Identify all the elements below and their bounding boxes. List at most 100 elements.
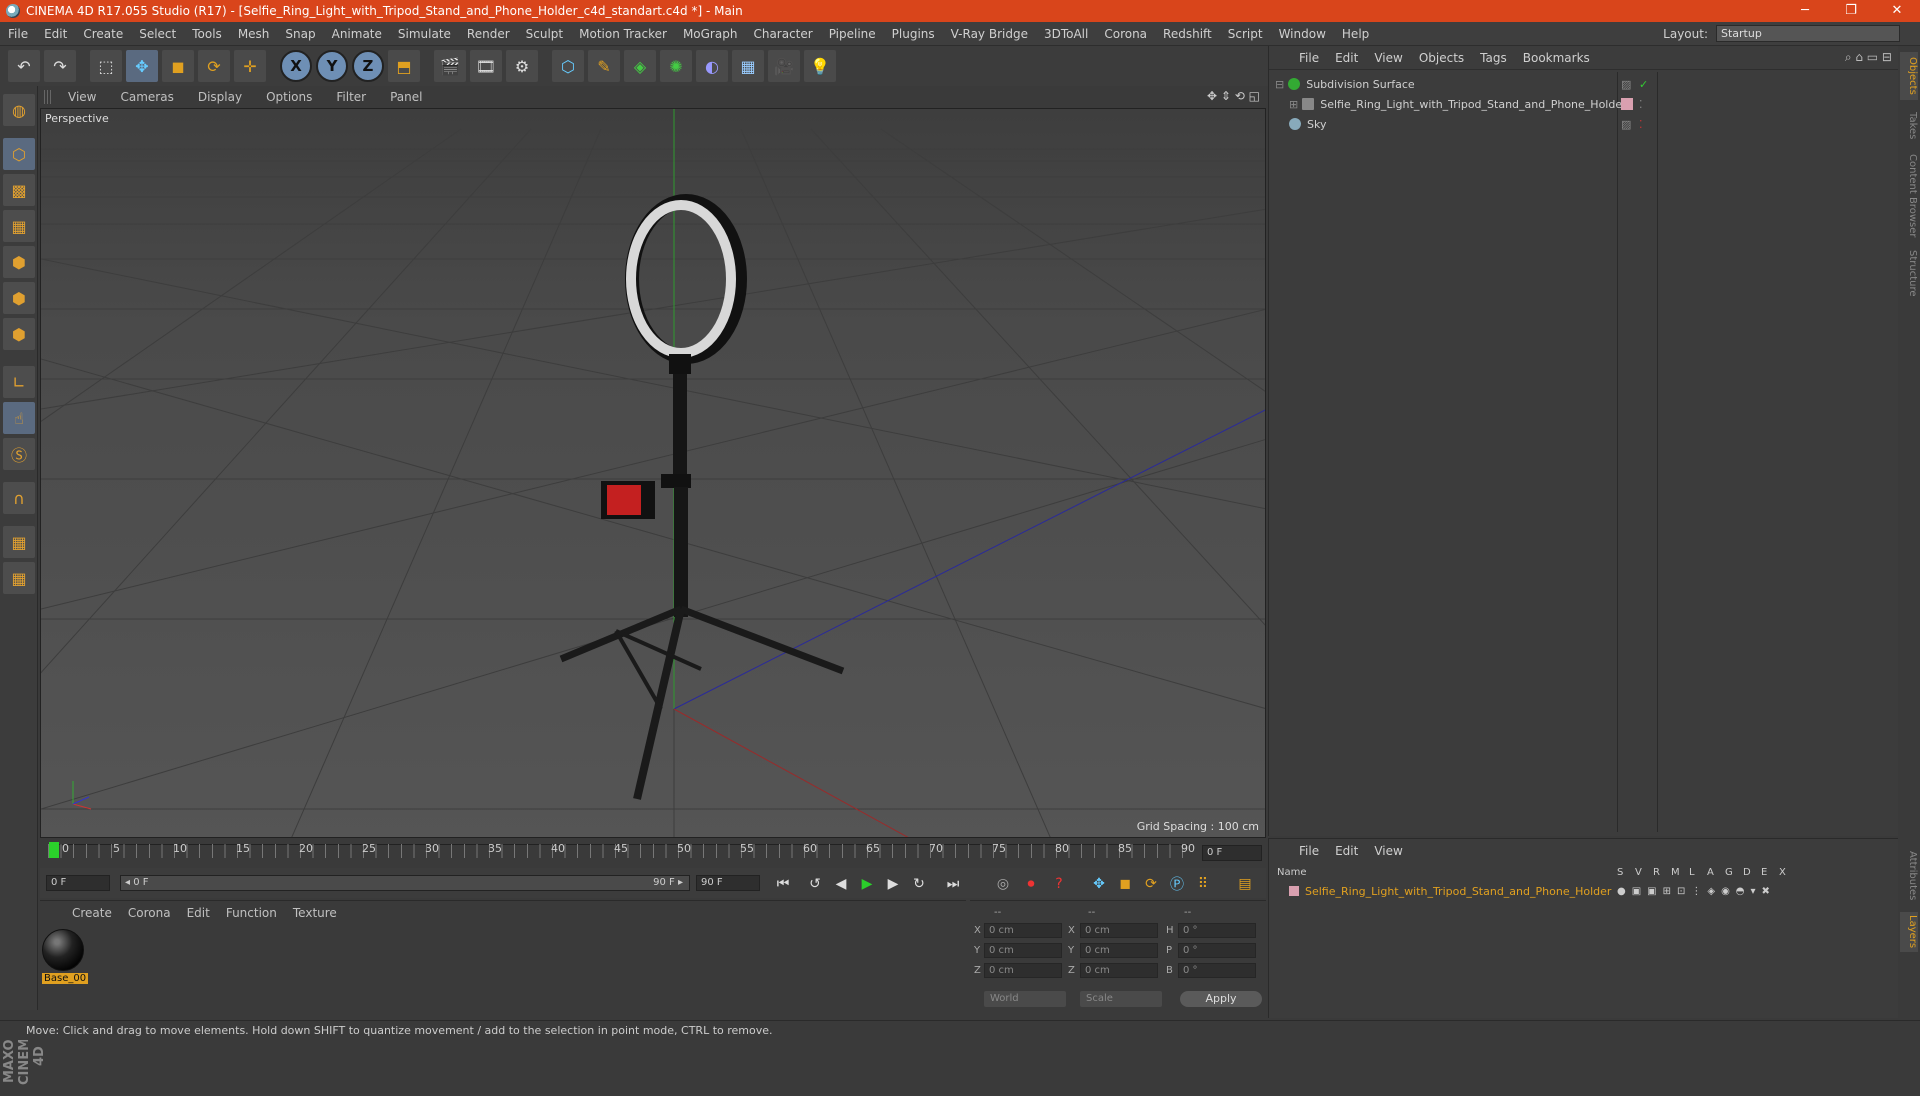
- layer-color-swatch[interactable]: [1289, 886, 1299, 896]
- apply-button[interactable]: Apply: [1180, 991, 1262, 1007]
- pos-x-field[interactable]: 0 cm: [984, 923, 1062, 938]
- coordinate-system-icon[interactable]: ⬒: [388, 50, 420, 82]
- search-icon[interactable]: ⌕ ⌂ ▭ ⊟: [1845, 50, 1892, 65]
- obj-menu-tags[interactable]: Tags: [1472, 51, 1515, 65]
- minimize-button[interactable]: ─: [1782, 0, 1828, 22]
- rot-b-field[interactable]: 0 °: [1178, 963, 1256, 978]
- menu-snap[interactable]: Snap: [277, 27, 323, 41]
- object-row[interactable]: Sky ▨ ⁚: [1269, 114, 1901, 134]
- key-rotation-icon[interactable]: ⟳: [1138, 872, 1164, 896]
- object-row[interactable]: ⊞ Selfie_Ring_Light_with_Tripod_Stand_an…: [1269, 94, 1901, 114]
- menu-animate[interactable]: Animate: [324, 27, 390, 41]
- visibility-dots-icon[interactable]: ⁚: [1639, 118, 1643, 131]
- obj-menu-edit[interactable]: Edit: [1327, 51, 1366, 65]
- mat-menu-create[interactable]: Create: [64, 906, 120, 920]
- auto-keying-icon[interactable]: ⏺: [1018, 872, 1044, 896]
- points-mode-icon[interactable]: ⬢: [3, 246, 35, 278]
- texture-mode-icon[interactable]: ▩: [3, 174, 35, 206]
- menu-render[interactable]: Render: [459, 27, 518, 41]
- tab-content-browser[interactable]: Content Browser: [1900, 152, 1918, 240]
- obj-menu-view[interactable]: View: [1366, 51, 1410, 65]
- key-pla-icon[interactable]: ⠿: [1190, 872, 1216, 896]
- menu-3dtoall[interactable]: 3DToAll: [1036, 27, 1096, 41]
- subdivision-surface-icon[interactable]: ◈: [624, 50, 656, 82]
- keyframe-selection-icon[interactable]: ?: [1046, 872, 1072, 896]
- live-select-icon[interactable]: ⬚: [90, 50, 122, 82]
- collapse-icon[interactable]: ⊟: [1275, 78, 1284, 91]
- viewport-menu-panel[interactable]: Panel: [378, 90, 434, 104]
- obj-menu-objects[interactable]: Objects: [1411, 51, 1472, 65]
- axis-mode-icon[interactable]: ∟: [3, 366, 35, 398]
- key-scale-icon[interactable]: ◼: [1112, 872, 1138, 896]
- viewport-menu-options[interactable]: Options: [254, 90, 324, 104]
- layer-color-swatch[interactable]: [1621, 98, 1633, 110]
- menu-select[interactable]: Select: [131, 27, 184, 41]
- size-z-field[interactable]: 0 cm: [1080, 963, 1158, 978]
- frame-range-slider[interactable]: ◂ 0 F 90 F ▸: [120, 875, 690, 891]
- mat-menu-function[interactable]: Function: [218, 906, 285, 920]
- scale-icon[interactable]: ◼: [162, 50, 194, 82]
- layer-menu-file[interactable]: File: [1291, 844, 1327, 858]
- layer-menu-view[interactable]: View: [1366, 844, 1410, 858]
- tab-objects[interactable]: Objects: [1900, 52, 1918, 100]
- material-name-label[interactable]: Base_00: [42, 973, 89, 984]
- deformer-icon[interactable]: ◐: [696, 50, 728, 82]
- coord-mode-dropdown[interactable]: Scale: [1080, 991, 1162, 1007]
- mat-menu-edit[interactable]: Edit: [179, 906, 218, 920]
- menu-simulate[interactable]: Simulate: [390, 27, 459, 41]
- layer-flag-icons[interactable]: ●▣▣⊞⊡⋮◈◉◓▾✖: [1617, 886, 1776, 897]
- rotate-icon[interactable]: ⟳: [198, 50, 230, 82]
- cube-icon[interactable]: ⬡: [552, 50, 584, 82]
- obj-menu-bookmarks[interactable]: Bookmarks: [1515, 51, 1598, 65]
- perspective-viewport[interactable]: Perspective Grid Spacing : 100 cm: [40, 108, 1266, 838]
- render-view-icon[interactable]: 🎬: [434, 50, 466, 82]
- size-x-field[interactable]: 0 cm: [1080, 923, 1158, 938]
- x-axis-lock-button[interactable]: X: [280, 50, 312, 82]
- viewport-menu-cameras[interactable]: Cameras: [108, 90, 185, 104]
- next-frame-icon[interactable]: ▶: [880, 872, 906, 896]
- snap-icon[interactable]: Ⓢ: [3, 438, 35, 470]
- key-param-icon[interactable]: Ⓟ: [1164, 872, 1190, 896]
- coord-space-dropdown[interactable]: World: [984, 991, 1066, 1007]
- key-position-icon[interactable]: ✥: [1086, 872, 1112, 896]
- camera-icon[interactable]: 🎥: [768, 50, 800, 82]
- menu-mograph[interactable]: MoGraph: [675, 27, 746, 41]
- go-to-end-icon[interactable]: ⏭: [940, 872, 966, 896]
- layer-menu-edit[interactable]: Edit: [1327, 844, 1366, 858]
- material-preview-swatch[interactable]: [42, 929, 84, 971]
- render-picture-viewer-icon[interactable]: 🎞: [470, 50, 502, 82]
- restore-button[interactable]: ❐: [1828, 0, 1874, 22]
- z-axis-lock-button[interactable]: Z: [352, 50, 384, 82]
- menu-vray-bridge[interactable]: V-Ray Bridge: [943, 27, 1036, 41]
- editor-visibility-icon[interactable]: ▨: [1621, 118, 1631, 131]
- object-row[interactable]: ⊟ Subdivision Surface ▨ ✓: [1269, 74, 1901, 94]
- viewport-menu-filter[interactable]: Filter: [324, 90, 378, 104]
- menu-mesh[interactable]: Mesh: [230, 27, 278, 41]
- panel-grip[interactable]: [44, 90, 52, 104]
- previous-key-icon[interactable]: ↺: [802, 872, 828, 896]
- obj-menu-file[interactable]: File: [1291, 51, 1327, 65]
- mat-menu-texture[interactable]: Texture: [285, 906, 345, 920]
- viewport-menu-display[interactable]: Display: [186, 90, 254, 104]
- layout-select[interactable]: Startup: [1716, 25, 1900, 42]
- menu-file[interactable]: File: [0, 27, 36, 41]
- enabled-check-icon[interactable]: ✓: [1639, 78, 1648, 91]
- current-frame-field[interactable]: 0 F: [1202, 845, 1262, 861]
- timeline-ruler[interactable]: 0 5 10 15 20 25 30 35 40 45 50 55 60 65 …: [40, 840, 1266, 866]
- menu-sculpt[interactable]: Sculpt: [518, 27, 571, 41]
- cloner-icon[interactable]: ✺: [660, 50, 692, 82]
- menu-redshift[interactable]: Redshift: [1155, 27, 1220, 41]
- magnet-icon[interactable]: ∩: [3, 482, 35, 514]
- menu-create[interactable]: Create: [75, 27, 131, 41]
- tab-structure[interactable]: Structure: [1900, 246, 1918, 300]
- move-icon[interactable]: ✥: [126, 50, 158, 82]
- menu-help[interactable]: Help: [1334, 27, 1377, 41]
- lock-workplane-icon[interactable]: ▦: [3, 526, 35, 558]
- playhead[interactable]: [49, 842, 59, 858]
- transform-icon[interactable]: ✛: [234, 50, 266, 82]
- start-frame-field[interactable]: 0 F: [46, 875, 110, 891]
- edges-mode-icon[interactable]: ⬢: [3, 282, 35, 314]
- floor-icon[interactable]: ▦: [732, 50, 764, 82]
- tab-layers[interactable]: Layers: [1900, 912, 1918, 952]
- pos-z-field[interactable]: 0 cm: [984, 963, 1062, 978]
